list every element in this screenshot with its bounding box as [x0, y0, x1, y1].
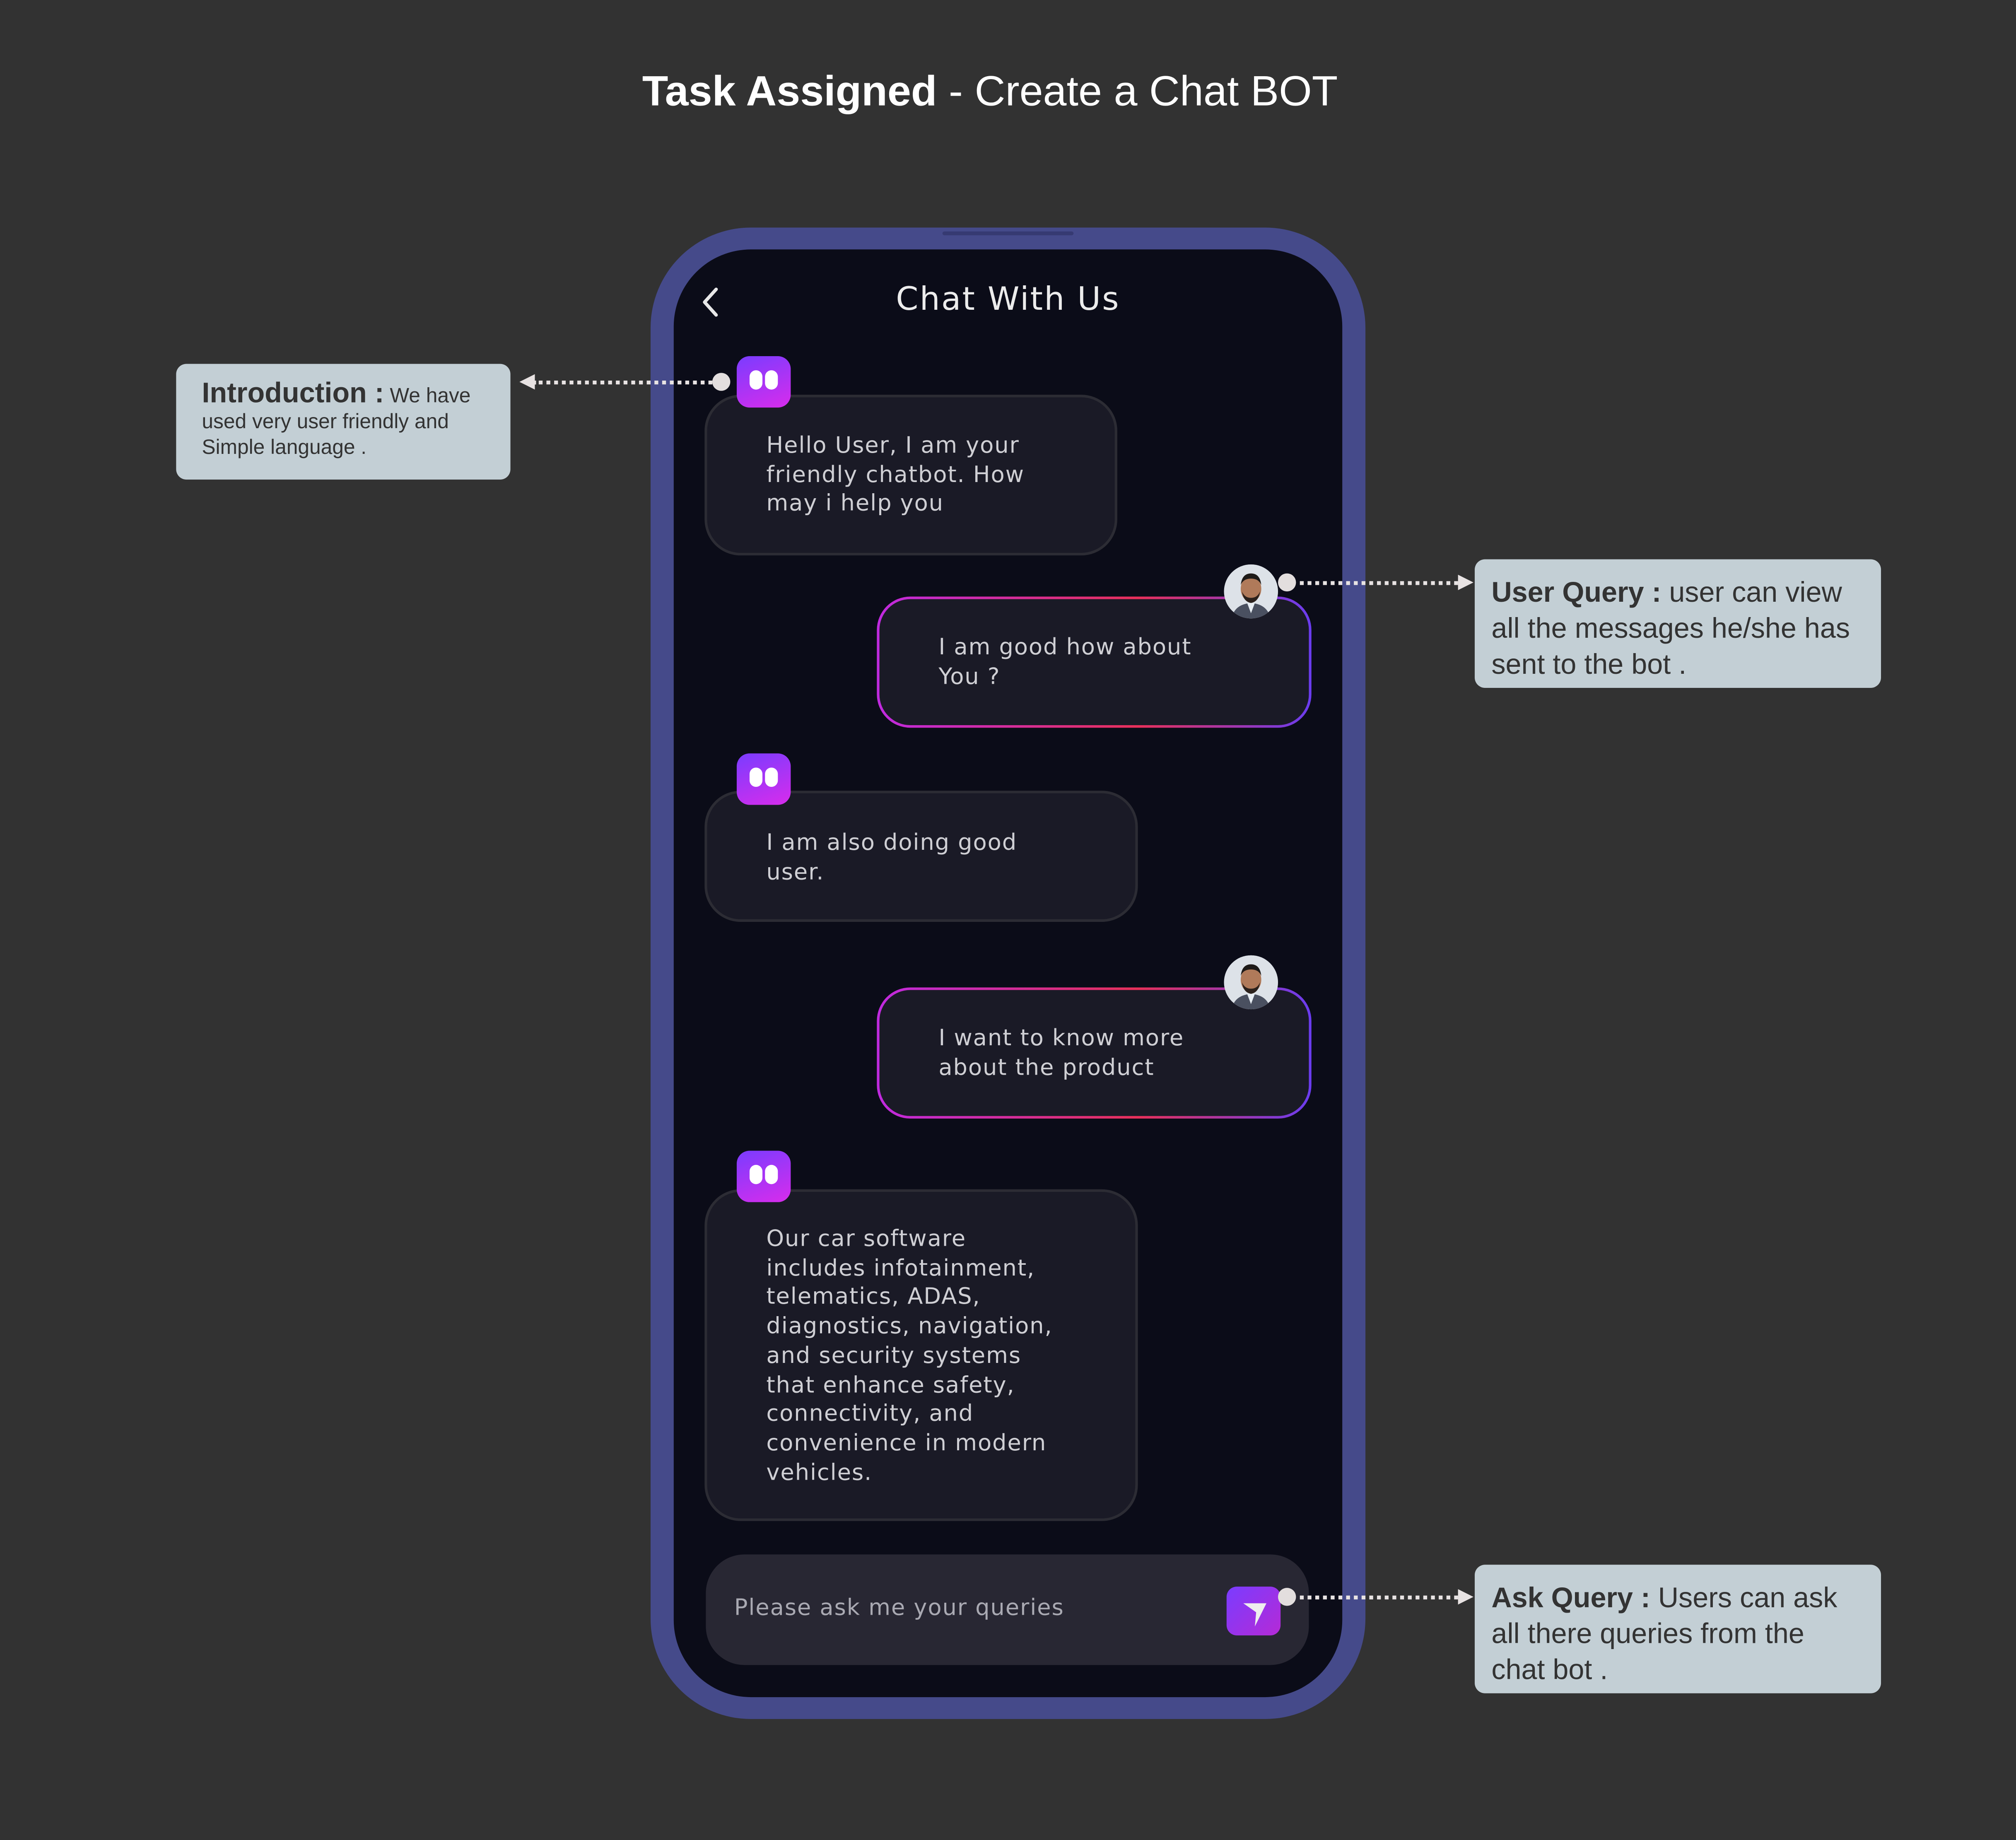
annotation-label: User Query :: [1491, 576, 1662, 608]
annotation-label: Introduction :: [202, 376, 384, 409]
bot-message-text: I am also doing good user.: [766, 830, 1018, 886]
annotation-ask-query: Ask Query : Users can ask all there quer…: [1474, 1565, 1881, 1693]
connector-line: [1291, 1595, 1458, 1600]
connector-dot: [1278, 573, 1296, 592]
connector-line: [1291, 581, 1458, 585]
arrow-right-icon: [1458, 1589, 1473, 1605]
bot-avatar-icon: [736, 356, 791, 408]
user-avatar: [1224, 955, 1278, 1010]
bot-message-text: Hello User, I am your friendly chatbot. …: [766, 433, 1025, 518]
annotation-text: Simple language .: [202, 437, 367, 459]
chat-header-title: Chat With Us: [896, 280, 1120, 318]
user-avatar: [1224, 564, 1278, 619]
annotation-label: Ask Query :: [1491, 1581, 1650, 1614]
annotation-introduction: Introduction : We have used very user fr…: [176, 364, 511, 480]
connector-line: [532, 380, 720, 385]
send-button[interactable]: [1226, 1587, 1281, 1636]
annotation-user-query: User Query : user can view all the messa…: [1474, 559, 1881, 688]
user-message-text: I want to know more about the product: [938, 1026, 1184, 1081]
connector-dot: [712, 373, 731, 391]
arrow-right-icon: [1458, 574, 1473, 591]
connector-dot: [1278, 1588, 1296, 1606]
annotation-text: used very user friendly and: [202, 411, 449, 434]
arrow-left-icon: [519, 374, 535, 390]
title-rest: - Create a Chat BOT: [937, 67, 1338, 115]
bot-avatar-icon: [736, 1150, 791, 1202]
bot-message-text: Our car software includes infotainment, …: [766, 1226, 1053, 1486]
send-icon: [1243, 1603, 1267, 1627]
annotation-text: We have: [384, 386, 471, 408]
query-input-placeholder: Please ask me your queries: [734, 1595, 1064, 1621]
user-message-text: I am good how about You ?: [938, 635, 1192, 690]
bot-avatar-icon: [736, 753, 791, 805]
canvas: Task Assigned - Create a Chat BOT Chat W…: [0, 0, 2016, 1840]
title-bold: Task Assigned: [642, 67, 937, 115]
phone-speaker: [942, 231, 1074, 236]
page-title: Task Assigned - Create a Chat BOT: [0, 67, 1980, 116]
